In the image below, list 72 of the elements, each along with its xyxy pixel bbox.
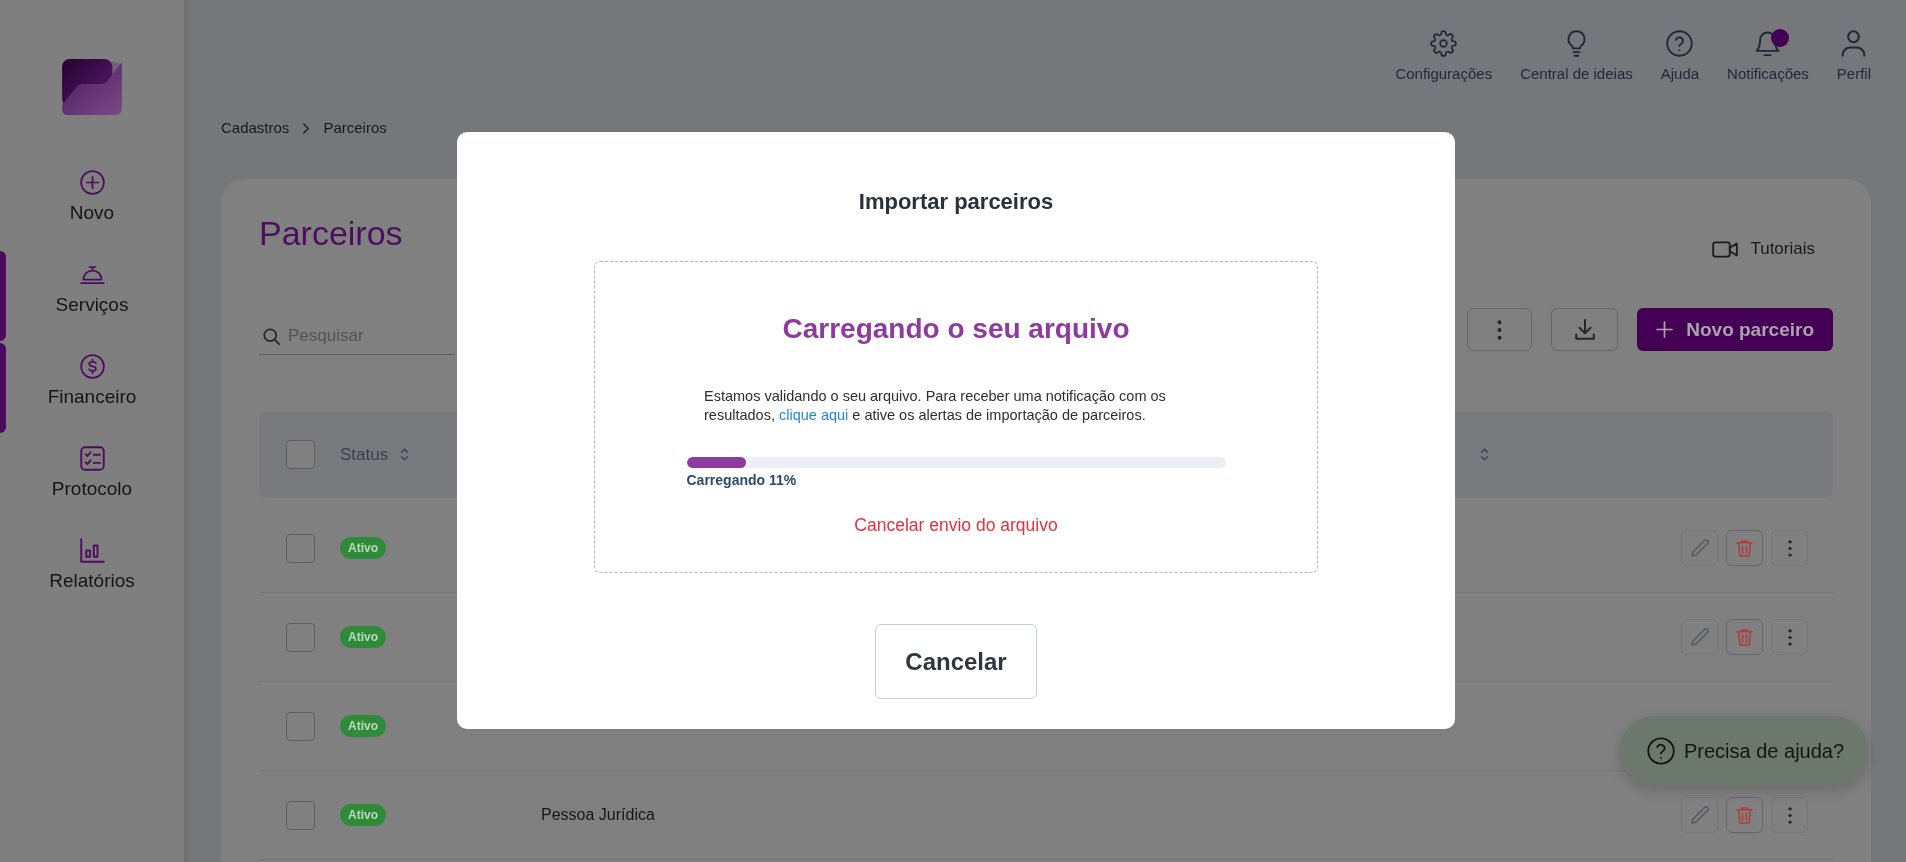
breadcrumb-current: Parceiros	[323, 118, 387, 138]
upload-heading: Carregando o seu arquivo	[782, 312, 1130, 346]
bar-chart-icon	[79, 538, 105, 563]
pencil-icon	[1690, 628, 1709, 646]
status-badge: Ativo	[340, 537, 386, 559]
gear-icon	[1430, 30, 1458, 57]
sidebar-item[interactable]: Protocolo	[0, 434, 184, 526]
logo-icon[interactable]	[62, 59, 122, 115]
top-nav-button[interactable]: Central de ideias	[1520, 30, 1633, 88]
vertical-dots-icon	[1787, 806, 1792, 824]
status-badge: Ativo	[340, 626, 386, 648]
delete-button[interactable]	[1726, 619, 1763, 655]
bell-icon	[1754, 30, 1782, 57]
download-icon	[1574, 318, 1595, 341]
top-nav-button[interactable]: Configurações	[1395, 30, 1493, 88]
help-icon	[1647, 737, 1675, 765]
edit-button[interactable]	[1681, 797, 1718, 833]
sort-icon[interactable]	[1480, 447, 1489, 462]
cancel-button[interactable]: Cancelar	[875, 624, 1037, 699]
delete-button[interactable]	[1726, 797, 1763, 833]
tutorials-button[interactable]: Tutoriais	[1712, 237, 1815, 261]
cancel-upload-link[interactable]: Cancelar envio do arquivo	[854, 515, 1058, 535]
chevron-right-icon	[303, 122, 310, 134]
trash-icon	[1736, 538, 1753, 558]
more-options-button[interactable]	[1771, 530, 1808, 566]
status-badge: Ativo	[340, 715, 386, 737]
download-button[interactable]	[1551, 308, 1619, 351]
sidebar-item[interactable]: Financeiro	[0, 342, 184, 434]
vertical-dots-icon	[1787, 539, 1792, 557]
progress-label: Carregando 11%	[686, 472, 797, 488]
vertical-dots-icon	[1497, 319, 1503, 340]
upload-message: Estamos validando o seu arquivo. Para receber uma notificação com os resultados, clique aqui e ative os alertas de importação de parceiros.	[704, 387, 1167, 425]
dialog-title: Importar parceiros	[858, 188, 1054, 216]
person-icon	[1840, 30, 1868, 57]
checkbox[interactable]	[286, 440, 315, 469]
plus-circle-icon	[79, 170, 105, 195]
top-nav-button[interactable]: Ajuda	[1660, 30, 1700, 88]
column-header: Status	[340, 444, 389, 465]
page-title: Parceiros	[259, 213, 403, 254]
sidebar-item[interactable]: Serviços	[0, 250, 184, 342]
notification-link[interactable]: clique aqui	[778, 407, 849, 423]
more-options-button[interactable]	[1771, 797, 1808, 833]
table-cell: Pessoa Jurídica	[541, 806, 655, 824]
trash-icon	[1736, 627, 1753, 647]
status-badge: Ativo	[340, 804, 386, 826]
sidebar-item[interactable]: Novo	[0, 158, 184, 250]
checkbox[interactable]	[286, 622, 315, 652]
checkbox[interactable]	[286, 711, 315, 741]
video-camera-icon	[1712, 240, 1739, 258]
pencil-icon	[1690, 806, 1709, 824]
checkbox[interactable]	[286, 800, 315, 830]
edit-button[interactable]	[1681, 619, 1718, 655]
sort-icon[interactable]	[400, 447, 410, 462]
top-nav-button[interactable]: Perfil	[1836, 30, 1871, 88]
more-options-button[interactable]	[1467, 308, 1533, 351]
delete-button[interactable]	[1726, 530, 1763, 566]
edit-button[interactable]	[1681, 530, 1718, 566]
help-button[interactable]: Precisa de ajuda?	[1620, 716, 1869, 786]
more-options-button[interactable]	[1771, 619, 1808, 655]
help-icon	[1666, 30, 1694, 57]
pencil-icon	[1690, 539, 1709, 557]
trash-icon	[1736, 805, 1753, 825]
plus-icon	[1656, 321, 1674, 338]
top-nav-button[interactable]: Notificações	[1727, 30, 1809, 88]
breadcrumb-link[interactable]: Cadastros	[221, 118, 290, 138]
search-icon	[263, 327, 280, 345]
checkbox[interactable]	[286, 533, 315, 563]
checklist-icon	[79, 446, 105, 471]
vertical-dots-icon	[1787, 628, 1792, 646]
dollar-circle-icon	[79, 354, 105, 379]
sidebar-item[interactable]: Relatórios	[0, 526, 184, 618]
new-partner-button[interactable]: Novo parceiro	[1637, 308, 1833, 351]
